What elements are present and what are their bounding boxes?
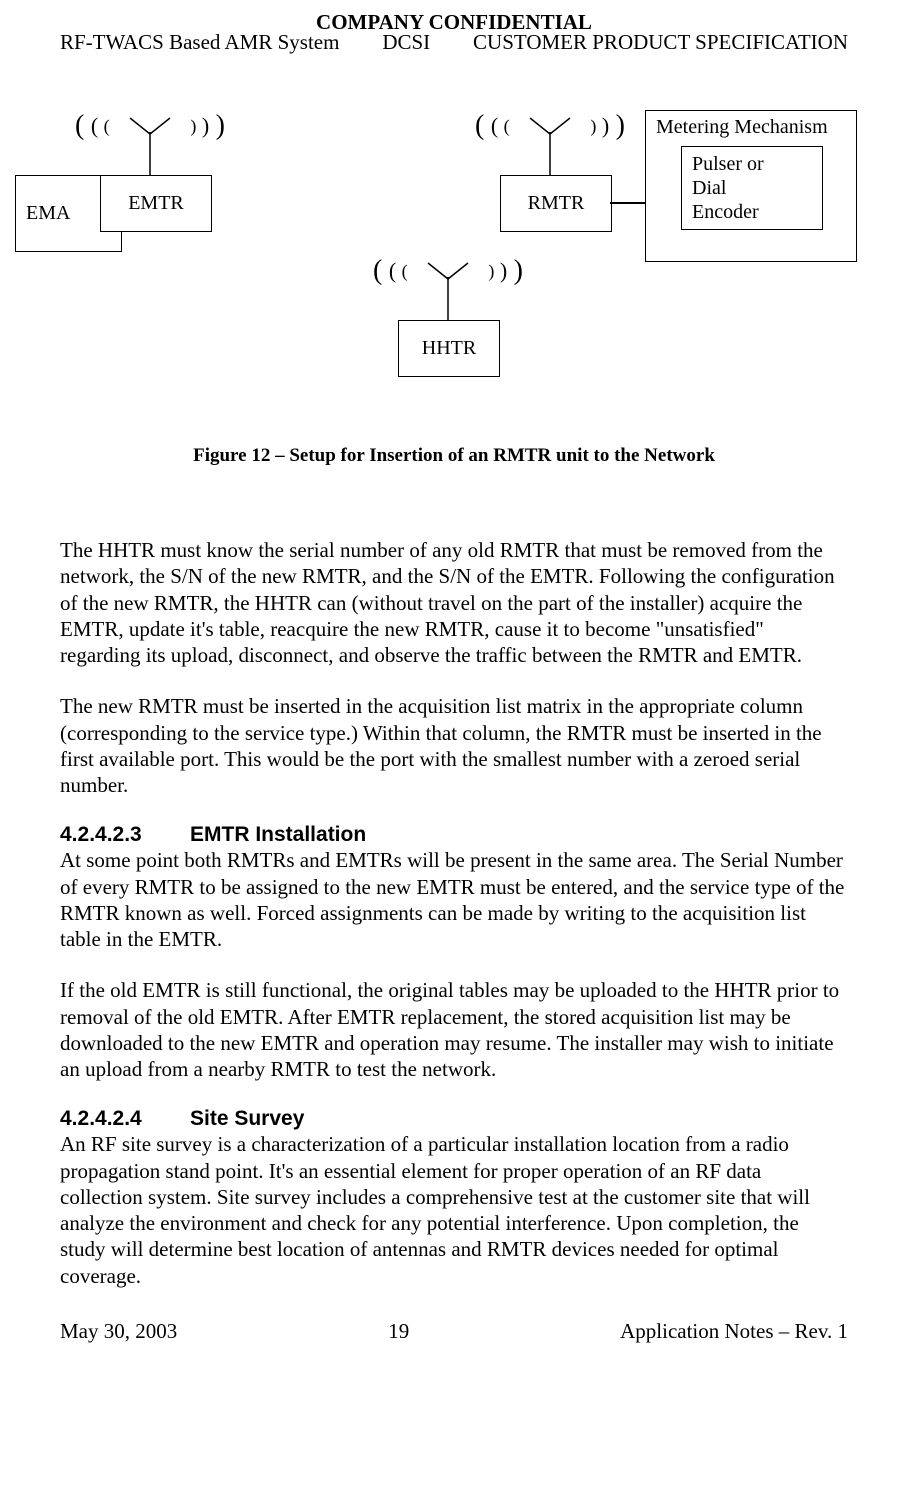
header-center: DCSI [382,30,430,55]
hhtr-box: HHTR [398,320,500,377]
diagram: EMA ( ( ( ) ) ) EMTR ( ( ( ) ) ) RMTR Me… [60,115,848,425]
rmtr-label: RMTR [528,192,585,215]
header-left: RF-TWACS Based AMR System [60,30,339,55]
rmtr-box: RMTR [500,175,612,232]
pulser-line3: Encoder [692,201,759,223]
hhtr-label: HHTR [422,337,476,360]
emtr-label: EMTR [128,192,184,215]
pulser-line2: Dial [692,177,726,199]
pulser-line1: Pulser or [692,153,764,175]
section-title: Site Survey [190,1107,304,1130]
emtr-box: EMTR [100,175,212,232]
figure-caption: Figure 12 – Setup for Insertion of an RM… [60,445,848,467]
section-title: EMTR Installation [190,823,366,846]
section-number: 4.2.4.2.3 [60,823,190,847]
section-number: 4.2.4.2.4 [60,1107,190,1131]
paragraph-2: The new RMTR must be inserted in the acq… [60,693,848,798]
paragraph-3: At some point both RMTRs and EMTRs will … [60,847,848,952]
metering-box: Metering Mechanism Pulser or Dial Encode… [645,110,857,262]
section-heading-site-survey: 4.2.4.2.4Site Survey [60,1107,848,1131]
ema-label: EMA [26,202,70,225]
metering-label: Metering Mechanism [656,116,828,139]
footer-row: May 30, 2003 19 Application Notes – Rev.… [60,1319,848,1344]
header-right: CUSTOMER PRODUCT SPECIFICATION [473,30,848,55]
footer-page-number: 19 [388,1319,409,1344]
footer-date: May 30, 2003 [60,1319,177,1344]
pulser-box: Pulser or Dial Encoder [681,146,823,230]
paragraph-5: An RF site survey is a characterization … [60,1131,848,1289]
paragraph-1: The HHTR must know the serial number of … [60,537,848,668]
paragraph-4: If the old EMTR is still functional, the… [60,977,848,1082]
section-heading-emtr: 4.2.4.2.3EMTR Installation [60,823,848,847]
footer-revision: Application Notes – Rev. 1 [620,1319,848,1344]
